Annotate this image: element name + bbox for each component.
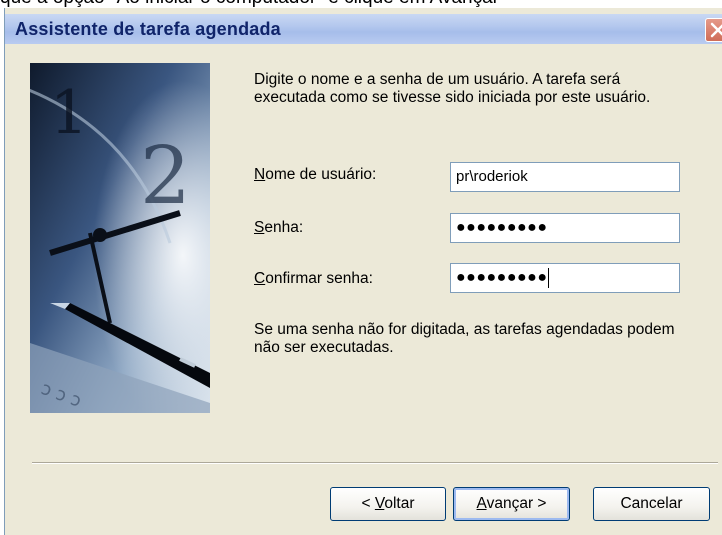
wizard-illustration: 2 1 ↄ ↄ ↄ [30,63,210,413]
confirm-password-input[interactable]: ●●●●●●●●● [450,263,680,293]
back-mnemonic: V [374,495,385,512]
confirm-password-label: Confirmar senha: [254,270,373,288]
password-value: ●●●●●●●●● [456,219,548,236]
window-title: Assistente de tarefa agendada [15,19,281,39]
intro-text: Digite o nome e a senha de um usuário. A… [254,71,651,106]
svg-text:1: 1 [50,78,88,148]
close-button[interactable] [705,18,722,42]
back-prefix: < [361,495,375,512]
username-label-mnemonic: N [254,166,266,183]
password-label-text: enha: [264,219,304,236]
text-caret [548,268,550,289]
close-icon [710,22,722,38]
back-label: oltar [384,495,415,512]
separator [32,462,718,464]
svg-text:2: 2 [140,129,191,222]
username-label: Nome de usuário: [254,166,376,184]
note-text: Se uma senha não for digitada, as tarefa… [254,321,675,356]
next-button[interactable]: Avançar > [453,487,570,521]
password-input[interactable]: ●●●●●●●●● [450,213,680,243]
username-input[interactable]: pr\roderiok [450,162,680,192]
confirm-password-value: ●●●●●●●●● [456,269,548,286]
back-button[interactable]: < Voltar [330,487,446,521]
password-label-mnemonic: S [254,219,265,236]
password-label: Senha: [254,219,303,237]
next-label: vançar > [486,495,547,512]
username-label-text: ome de usuário: [265,166,377,183]
confirm-label-text: onfirmar senha: [265,270,373,287]
confirm-label-mnemonic: C [254,270,266,287]
next-mnemonic: A [476,495,487,512]
cancel-button[interactable]: Cancelar [593,487,710,521]
title-bar[interactable]: Assistente de tarefa agendada [5,14,722,44]
